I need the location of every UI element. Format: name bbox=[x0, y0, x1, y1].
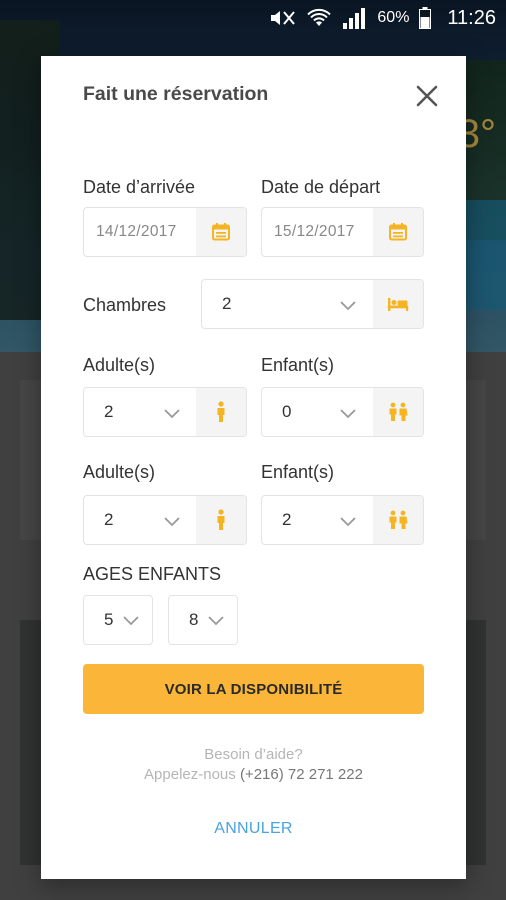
children-icon bbox=[389, 402, 408, 421]
help-phone-link[interactable]: (+216) 72 271 222 bbox=[240, 766, 363, 783]
room2-children-value: 2 bbox=[282, 510, 292, 529]
arrival-date-value: 14/12/2017 bbox=[96, 223, 177, 240]
chevron-down-icon bbox=[123, 616, 139, 626]
room2-children-label: Enfant(s) bbox=[261, 462, 335, 482]
chevron-down-icon bbox=[164, 409, 180, 419]
room1-children-select[interactable]: 0 bbox=[261, 387, 424, 437]
room1-adults-label: Adulte(s) bbox=[83, 355, 156, 375]
calendar-icon bbox=[389, 223, 407, 241]
arrival-calendar-button[interactable] bbox=[196, 208, 246, 256]
child-age-value-1: 5 bbox=[104, 610, 114, 629]
signal-icon bbox=[343, 8, 366, 29]
room1-children-value: 0 bbox=[282, 402, 292, 421]
help-call-prefix: Appelez-nous bbox=[144, 766, 240, 783]
child-age-select-2[interactable]: 8 bbox=[168, 595, 238, 645]
departure-date-value: 15/12/2017 bbox=[274, 223, 355, 240]
bed-icon bbox=[388, 298, 409, 311]
chevron-down-icon bbox=[164, 517, 180, 527]
dialog-title: Fait une réservation bbox=[83, 83, 269, 105]
cancel-button[interactable]: ANNULER bbox=[41, 820, 466, 838]
help-call-line: Appelez-nous (+216) 72 271 222 bbox=[41, 766, 466, 783]
chevron-down-icon bbox=[340, 517, 356, 527]
wifi-icon bbox=[307, 8, 332, 26]
chevron-down-icon bbox=[340, 409, 356, 419]
status-time: 11:26 bbox=[447, 6, 496, 29]
rooms-label: Chambres bbox=[83, 295, 167, 315]
room2-adults-value: 2 bbox=[104, 510, 114, 529]
mute-icon bbox=[271, 11, 296, 25]
check-availability-button[interactable]: VOIR LA DISPONIBILITÉ bbox=[83, 664, 424, 714]
departure-date-field[interactable]: 15/12/2017 bbox=[261, 207, 424, 257]
departure-calendar-button[interactable] bbox=[373, 208, 423, 256]
reservation-dialog: Fait une réservation Date d’arrivée Date… bbox=[41, 56, 466, 879]
room1-adults-value: 2 bbox=[104, 402, 114, 421]
chevron-down-icon bbox=[340, 301, 356, 311]
adult-icon-box bbox=[196, 496, 246, 544]
room2-adults-label: Adulte(s) bbox=[83, 462, 156, 482]
room2-adults-select[interactable]: 2 bbox=[83, 495, 247, 545]
rooms-icon-box bbox=[373, 280, 423, 328]
status-bar: 60% 11:26 bbox=[0, 0, 506, 36]
children-ages-label: AGES ENFANTS bbox=[83, 564, 222, 584]
departure-date-label: Date de départ bbox=[261, 177, 381, 197]
arrival-date-label: Date d’arrivée bbox=[83, 177, 196, 197]
battery-icon bbox=[419, 7, 432, 29]
chevron-down-icon bbox=[208, 616, 224, 626]
room1-adults-select[interactable]: 2 bbox=[83, 387, 247, 437]
adult-icon-box bbox=[196, 388, 246, 436]
child-age-value-2: 8 bbox=[189, 610, 199, 629]
room1-children-label: Enfant(s) bbox=[261, 355, 335, 375]
children-icon-box bbox=[373, 388, 423, 436]
children-icon-box bbox=[373, 496, 423, 544]
battery-percent: 60% bbox=[377, 9, 410, 26]
adult-icon bbox=[217, 401, 225, 422]
help-text: Besoin d’aide? bbox=[204, 746, 303, 763]
rooms-select[interactable]: 2 bbox=[201, 279, 424, 329]
close-button[interactable] bbox=[413, 82, 441, 110]
arrival-date-field[interactable]: 14/12/2017 bbox=[83, 207, 247, 257]
room2-children-select[interactable]: 2 bbox=[261, 495, 424, 545]
rooms-value: 2 bbox=[222, 294, 232, 313]
calendar-icon bbox=[212, 223, 230, 241]
close-icon bbox=[416, 85, 438, 107]
children-icon bbox=[389, 510, 408, 529]
adult-icon bbox=[217, 509, 225, 530]
child-age-select-1[interactable]: 5 bbox=[83, 595, 153, 645]
